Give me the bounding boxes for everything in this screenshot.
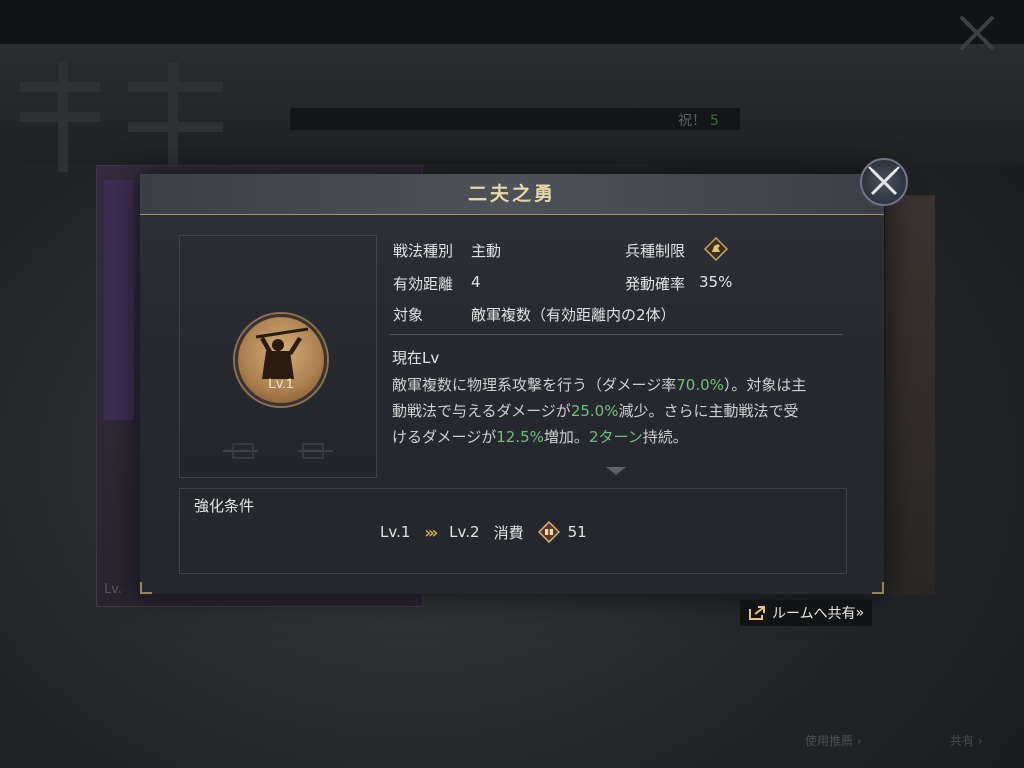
share-icon bbox=[749, 606, 765, 620]
upgrade-title: 強化条件 bbox=[194, 497, 255, 515]
desc-duration: 2ターン bbox=[588, 428, 643, 446]
target-value: 敵軍複数（有効距離内の2体） bbox=[471, 306, 676, 324]
desc-line3-c: 持続。 bbox=[642, 428, 688, 446]
tactic-medal: Lv.1 bbox=[235, 314, 327, 406]
tactic-type-value: 主動 bbox=[471, 242, 502, 260]
divider bbox=[389, 334, 843, 335]
background-congrats-num: 5 bbox=[710, 113, 719, 129]
desc-line2-a: 動戦法で与えるダメージが bbox=[392, 402, 571, 420]
target-label: 対象 bbox=[393, 306, 424, 324]
activation-rate-label: 発動確率 bbox=[625, 275, 686, 293]
background-name-bar bbox=[290, 108, 740, 130]
corner-ornament bbox=[872, 582, 884, 594]
background-usage-link: 使用推薦 › bbox=[805, 734, 862, 748]
tactic-level: Lv.1 bbox=[268, 375, 294, 391]
background-top-bar bbox=[0, 0, 1024, 44]
crossed-swords-close-icon bbox=[868, 166, 900, 196]
tactic-point-icon bbox=[537, 521, 560, 543]
share-suffix: » bbox=[855, 605, 865, 621]
cost-value: 51 bbox=[567, 523, 587, 541]
desc-line1-a: 敵軍複数に物理系攻撃を行う（ダメージ率 bbox=[392, 376, 677, 394]
tactic-description: 敵軍複数に物理系攻撃を行う（ダメージ率70.0%）。対象は主 動戦法で与えるダメ… bbox=[392, 372, 852, 450]
ornament-icon bbox=[223, 443, 333, 459]
current-level-title: 現在Lv bbox=[392, 349, 440, 367]
background-congrats-text: 祝！ bbox=[678, 113, 706, 129]
range-label: 有効距離 bbox=[393, 275, 454, 293]
tactic-type-label: 戦法種別 bbox=[393, 242, 454, 260]
troop-restriction-label: 兵種制限 bbox=[625, 242, 686, 260]
background-general-card-banner bbox=[104, 180, 134, 420]
upgrade-conditions-panel: 強化条件 Lv.1 ››› Lv.2 消費 51 bbox=[179, 488, 847, 574]
desc-line1-b: ）。対象は主 bbox=[723, 376, 807, 394]
share-label: ルームへ共有 bbox=[772, 606, 856, 622]
modal-header: 二夫之勇 bbox=[140, 174, 884, 215]
background-general-level: Lv. bbox=[104, 582, 123, 597]
desc-damage-reduction: 25.0% bbox=[570, 402, 619, 420]
activation-rate-value: 35% bbox=[699, 273, 733, 291]
chevron-down-icon[interactable] bbox=[604, 465, 628, 477]
desc-damage-increase: 12.5% bbox=[496, 428, 544, 446]
background-close-icon bbox=[956, 12, 998, 54]
desc-line2-b: 減少。さらに主動戦法で受 bbox=[618, 402, 799, 420]
desc-line3-a: けるダメージが bbox=[392, 428, 497, 446]
background-congrats: 祝！ 5 bbox=[678, 110, 719, 130]
close-button[interactable] bbox=[860, 158, 908, 206]
upgrade-from-level: Lv.1 bbox=[380, 523, 411, 541]
upgrade-row: Lv.1 ››› Lv.2 消費 51 bbox=[380, 521, 601, 543]
cost-label: 消費 bbox=[493, 523, 524, 542]
tactic-detail-modal: 二夫之勇 Lv.1 戦法種別 主動 兵種制限 有効距離 4 発動確率 35% 対… bbox=[140, 174, 884, 594]
tactic-portrait-panel: Lv.1 bbox=[179, 235, 377, 478]
share-to-room-button[interactable]: ルームへ共有 » bbox=[740, 600, 873, 626]
modal-title: 二夫之勇 bbox=[467, 183, 556, 205]
desc-line3-b: 増加。 bbox=[543, 428, 589, 446]
background-right-column bbox=[885, 195, 935, 595]
cavalry-icon bbox=[704, 237, 728, 261]
arrow-right-icon: ››› bbox=[424, 522, 438, 542]
range-value: 4 bbox=[471, 273, 481, 291]
background-share-link: 共有 › bbox=[950, 734, 983, 748]
desc-damage-rate: 70.0% bbox=[676, 376, 724, 394]
upgrade-to-level: Lv.2 bbox=[449, 523, 480, 541]
corner-ornament bbox=[140, 582, 152, 594]
